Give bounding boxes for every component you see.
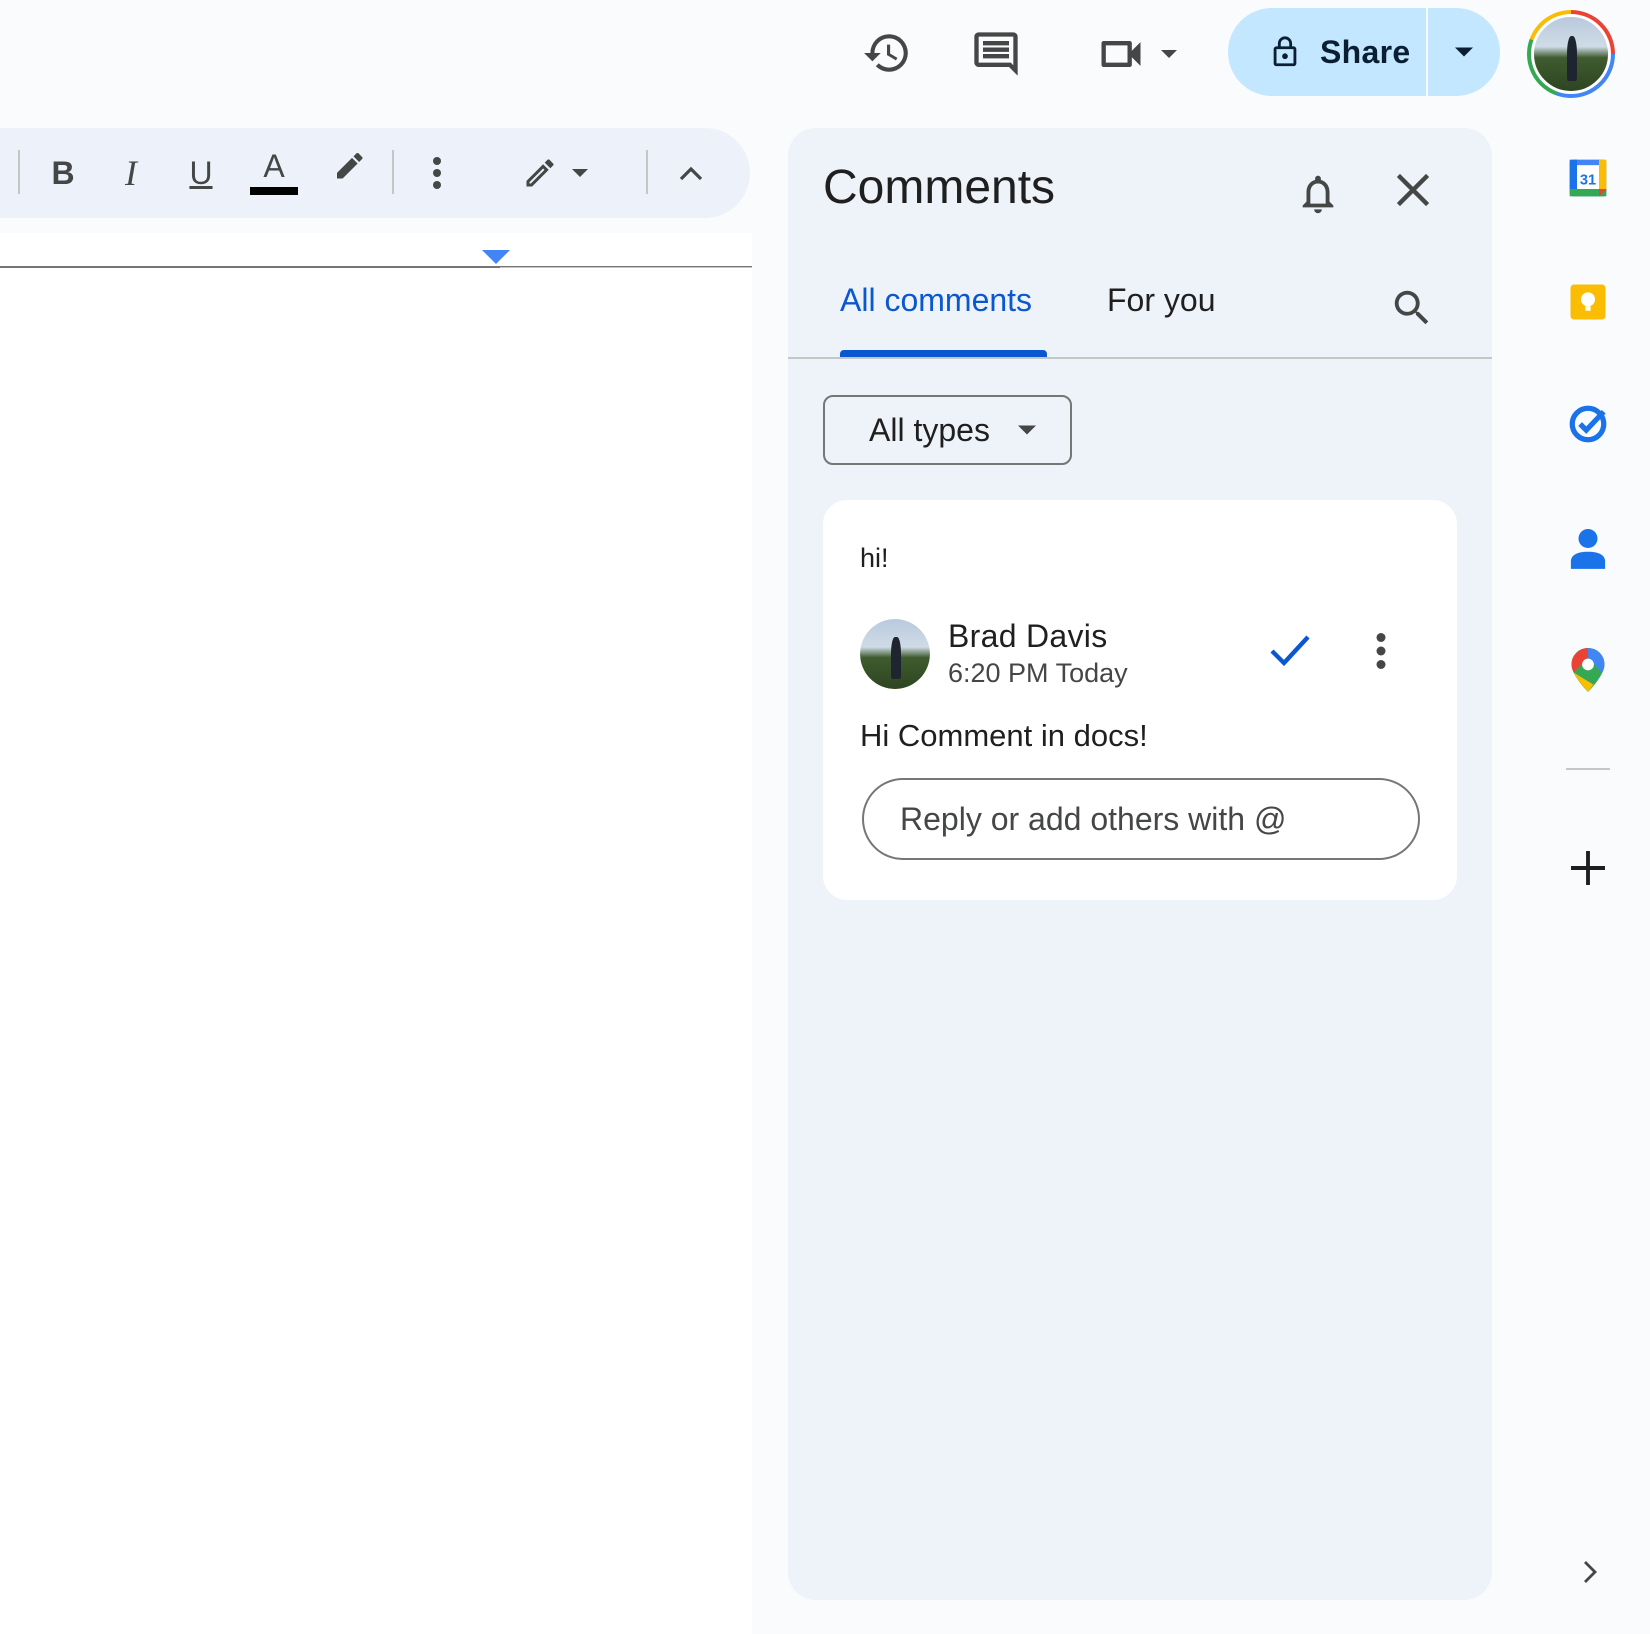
checkmark-icon [1270, 635, 1310, 667]
history-icon [864, 34, 908, 72]
more-options-button[interactable] [414, 148, 460, 198]
italic-icon: I [125, 153, 137, 193]
tasks-app-button[interactable] [1560, 396, 1616, 452]
share-dropdown-button[interactable] [1428, 8, 1500, 96]
comment-more-button[interactable] [1356, 626, 1406, 676]
comment-icon [974, 32, 1018, 76]
tab-for-you[interactable]: For you [1107, 282, 1215, 319]
collapse-menus-button[interactable] [668, 148, 714, 198]
bold-button[interactable]: B [40, 148, 86, 198]
tab-all-comments[interactable]: All comments [840, 282, 1032, 319]
underline-button[interactable]: U [178, 148, 224, 198]
calendar-day-label: 31 [1580, 172, 1596, 188]
bold-icon: B [51, 154, 75, 191]
meet-button[interactable] [1086, 24, 1186, 84]
editing-mode-icon [526, 159, 554, 187]
keep-app-button[interactable] [1560, 274, 1616, 330]
italic-button[interactable]: I [108, 148, 154, 198]
avatar-photo [1531, 14, 1611, 94]
ruler-margin [500, 267, 752, 268]
text-color-button[interactable]: A [248, 146, 300, 198]
toolbar-separator [392, 150, 394, 194]
avatar-photo [860, 619, 930, 689]
chevron-right-icon [1584, 1561, 1597, 1583]
resolve-button[interactable] [1262, 626, 1318, 676]
close-icon [1396, 173, 1430, 207]
more-icon [433, 157, 441, 189]
text-color-swatch [250, 187, 298, 195]
contacts-app-button[interactable] [1560, 520, 1616, 576]
comment-body: Hi Comment in docs! [860, 718, 1148, 753]
filter-label: All types [869, 411, 990, 448]
highlight-button[interactable] [326, 148, 372, 194]
get-addons-button[interactable] [1560, 840, 1616, 896]
video-icon [1101, 41, 1141, 67]
toolbar-separator [646, 150, 648, 194]
caret-down-icon [1455, 47, 1473, 57]
share-label: Share [1320, 33, 1411, 70]
bell-icon [1302, 175, 1334, 214]
panel-title: Comments [823, 161, 1056, 214]
caret-down-icon [1161, 50, 1177, 58]
text-color-icon: A [263, 148, 285, 184]
indent-marker-icon [482, 250, 510, 264]
caret-down-icon [572, 169, 588, 177]
editing-mode-button[interactable] [514, 148, 596, 198]
comment-type-filter[interactable]: All types [823, 395, 1072, 465]
share-button[interactable]: Share [1228, 8, 1426, 96]
comment-timestamp: 6:20 PM Today [948, 658, 1128, 688]
comment-author-avatar [860, 619, 930, 689]
comment-author: Brad Davis [948, 618, 1108, 654]
highlight-icon [337, 153, 363, 179]
contacts-icon [1570, 529, 1606, 569]
collapse-icon [679, 166, 703, 181]
show-side-panel-button[interactable] [1570, 1550, 1610, 1594]
toolbar-separator [18, 150, 20, 194]
plus-icon [1571, 851, 1605, 885]
share-button-group: Share [1228, 8, 1500, 96]
search-comments-button[interactable] [1384, 280, 1440, 336]
indent-marker[interactable] [482, 250, 510, 264]
lock-icon [1273, 36, 1297, 67]
calendar-app-button[interactable]: 31 [1560, 150, 1616, 206]
notifications-button[interactable] [1290, 166, 1346, 222]
tasks-icon [1569, 405, 1607, 443]
search-icon [1394, 290, 1429, 325]
comments-button[interactable] [966, 24, 1026, 84]
version-history-button[interactable] [858, 24, 916, 82]
side-panel-divider [1566, 768, 1610, 770]
tabs-divider [788, 357, 1492, 359]
close-panel-button[interactable] [1385, 162, 1441, 218]
reply-input[interactable] [862, 778, 1420, 860]
caret-down-icon [1017, 425, 1036, 435]
underline-icon: U [189, 154, 213, 191]
keep-icon [1570, 284, 1606, 320]
quoted-text: hi! [860, 543, 889, 573]
maps-app-button[interactable] [1560, 642, 1616, 698]
account-avatar[interactable] [1527, 10, 1615, 98]
maps-icon [1571, 648, 1605, 692]
calendar-icon: 31 [1569, 159, 1607, 197]
document-canvas[interactable] [0, 233, 752, 1634]
more-icon [1376, 633, 1386, 669]
